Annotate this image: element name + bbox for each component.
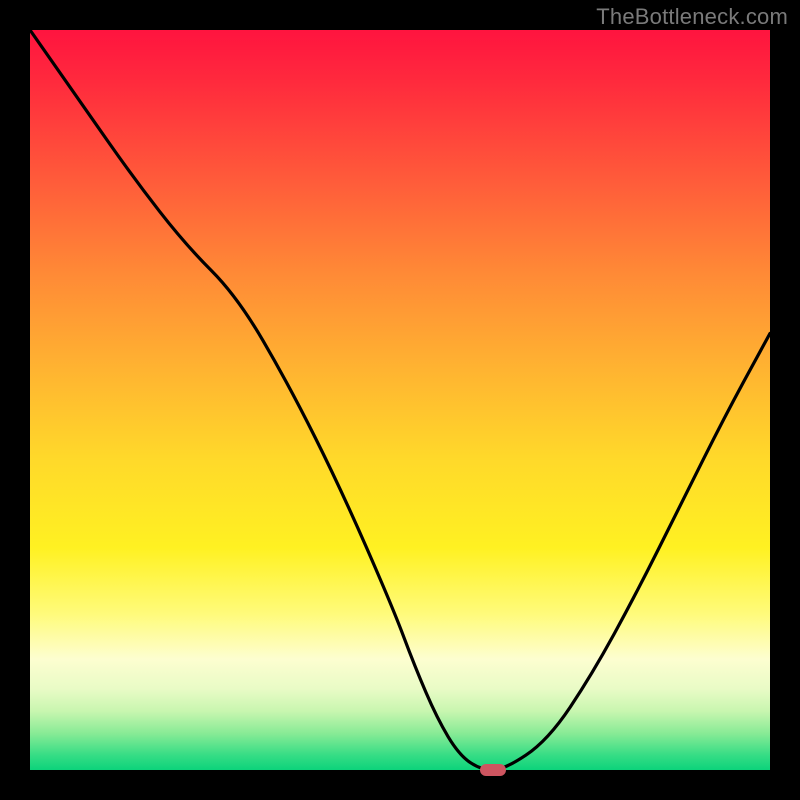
- bottleneck-curve: [30, 30, 770, 770]
- optimal-point-marker: [480, 764, 506, 776]
- curve-line: [30, 30, 770, 770]
- chart-frame: TheBottleneck.com: [0, 0, 800, 800]
- plot-area: [30, 30, 770, 770]
- watermark-text: TheBottleneck.com: [596, 4, 788, 30]
